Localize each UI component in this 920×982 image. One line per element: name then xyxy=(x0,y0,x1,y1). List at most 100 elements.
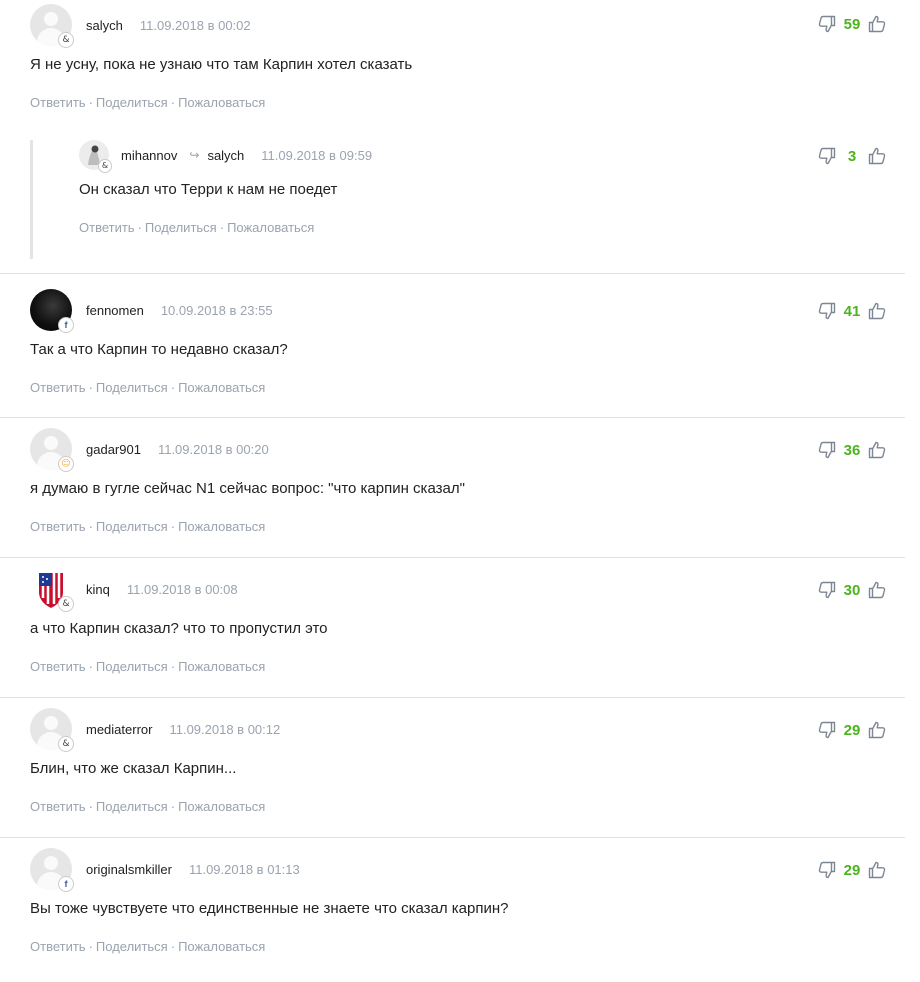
report-link[interactable]: Пожаловаться xyxy=(178,799,265,814)
account-badge-icon: & xyxy=(58,736,74,752)
comment-item: f originalsmkiller 11.09.2018 в 01:13 Вы… xyxy=(0,838,905,962)
report-link[interactable]: Пожаловаться xyxy=(178,659,265,674)
comment-item: f fennomen 10.09.2018 в 23:55 Так а что … xyxy=(0,279,905,418)
reply-link[interactable]: Ответить xyxy=(30,799,86,814)
comment-header: & kinq 11.09.2018 в 00:08 xyxy=(30,568,905,612)
comment-text: я думаю в гугле сейчас N1 сейчас вопрос:… xyxy=(30,480,465,497)
separator-dot: · xyxy=(219,220,225,235)
comment-item: ☺ gadar901 11.09.2018 в 00:20 я думаю в … xyxy=(0,418,905,558)
thumb-down-icon[interactable] xyxy=(817,720,837,740)
reply-link[interactable]: Ответить xyxy=(30,939,86,954)
thumb-down-icon[interactable] xyxy=(817,14,837,34)
thumb-up-icon[interactable] xyxy=(867,580,887,600)
comment-actions: Ответить · Поделиться · Пожаловаться xyxy=(79,220,905,235)
comment-actions: Ответить · Поделиться · Пожаловаться xyxy=(30,95,905,110)
vote-controls: 30 xyxy=(817,580,887,600)
avatar[interactable]: ☺ xyxy=(30,428,74,472)
reply-link[interactable]: Ответить xyxy=(30,380,86,395)
separator-dot: · xyxy=(170,519,176,534)
comment-text: Так а что Карпин то недавно сказал? xyxy=(30,341,288,358)
vote-controls: 59 xyxy=(817,14,887,34)
reply-item: & mihannov ↪ salych 11.09.2018 в 09:59 О… xyxy=(79,140,905,235)
share-link[interactable]: Поделиться xyxy=(96,95,168,110)
account-badge-icon: & xyxy=(98,159,112,173)
comment-header: ☺ gadar901 11.09.2018 в 00:20 xyxy=(30,428,905,472)
thumb-down-icon[interactable] xyxy=(817,860,837,880)
avatar[interactable]: & xyxy=(79,140,112,173)
comment-date[interactable]: 11.09.2018 в 00:08 xyxy=(127,582,238,597)
thumb-up-icon[interactable] xyxy=(867,301,887,321)
account-badge-icon: & xyxy=(58,596,74,612)
report-link[interactable]: Пожаловаться xyxy=(178,519,265,534)
avatar[interactable]: f xyxy=(30,289,74,333)
comment-date[interactable]: 11.09.2018 в 00:02 xyxy=(140,18,251,33)
share-link[interactable]: Поделиться xyxy=(145,220,217,235)
thumb-up-icon[interactable] xyxy=(867,860,887,880)
vote-controls: 36 xyxy=(817,440,887,460)
separator-dot: · xyxy=(88,939,93,954)
comment-date[interactable]: 10.09.2018 в 23:55 xyxy=(161,303,273,318)
thumb-up-icon[interactable] xyxy=(867,440,887,460)
thumb-down-icon[interactable] xyxy=(817,146,837,166)
reply-arrow-icon: ↪ xyxy=(189,148,200,162)
reply-to-username[interactable]: salych xyxy=(207,148,244,163)
separator-dot: · xyxy=(88,95,93,110)
account-badge-icon: & xyxy=(58,32,74,48)
comment-item: & salych 11.09.2018 в 00:02 Я не усну, п… xyxy=(0,0,905,132)
comment-actions: Ответить · Поделиться · Пожаловаться xyxy=(30,939,905,954)
facebook-icon: f xyxy=(58,876,74,892)
thumb-up-icon[interactable] xyxy=(867,720,887,740)
username[interactable]: salych xyxy=(86,18,123,33)
vote-count: 3 xyxy=(847,147,857,165)
comment-date[interactable]: 11.09.2018 в 00:12 xyxy=(169,722,280,737)
avatar[interactable]: f xyxy=(30,848,74,892)
username[interactable]: originalsmkiller xyxy=(86,862,172,877)
comment-date[interactable]: 11.09.2018 в 09:59 xyxy=(261,148,372,163)
separator-dot: · xyxy=(137,220,142,235)
username[interactable]: mediaterror xyxy=(86,722,152,737)
separator-dot: · xyxy=(88,659,93,674)
separator-dot: · xyxy=(88,519,93,534)
thumb-down-icon[interactable] xyxy=(817,580,837,600)
username[interactable]: gadar901 xyxy=(86,442,141,457)
vote-count: 29 xyxy=(843,861,861,879)
emoji-badge-icon: ☺ xyxy=(58,456,74,472)
comment-date[interactable]: 11.09.2018 в 00:20 xyxy=(158,442,269,457)
share-link[interactable]: Поделиться xyxy=(96,659,168,674)
avatar[interactable]: & xyxy=(30,4,74,48)
comment-text: Вы тоже чувствуете что единственные не з… xyxy=(30,900,509,917)
username[interactable]: fennomen xyxy=(86,303,144,318)
thumb-down-icon[interactable] xyxy=(817,440,837,460)
report-link[interactable]: Пожаловаться xyxy=(227,220,314,235)
share-link[interactable]: Поделиться xyxy=(96,799,168,814)
comment-header: & salych 11.09.2018 в 00:02 xyxy=(30,4,905,48)
share-link[interactable]: Поделиться xyxy=(96,939,168,954)
thumb-down-icon[interactable] xyxy=(817,301,837,321)
comment-item: & kinq 11.09.2018 в 00:08 а что Карпин с… xyxy=(0,558,905,698)
comment-actions: Ответить · Поделиться · Пожаловаться xyxy=(30,799,905,814)
username[interactable]: mihannov xyxy=(121,148,177,163)
reply-link[interactable]: Ответить xyxy=(30,659,86,674)
thumb-up-icon[interactable] xyxy=(867,14,887,34)
thumb-up-icon[interactable] xyxy=(867,146,887,166)
reply-link[interactable]: Ответить xyxy=(79,220,135,235)
report-link[interactable]: Пожаловаться xyxy=(178,380,265,395)
username[interactable]: kinq xyxy=(86,582,110,597)
avatar[interactable]: & xyxy=(30,568,74,612)
comment-date[interactable]: 11.09.2018 в 01:13 xyxy=(189,862,300,877)
vote-count: 29 xyxy=(843,721,861,739)
reply-link[interactable]: Ответить xyxy=(30,519,86,534)
vote-count: 36 xyxy=(843,441,861,459)
vote-controls: 3 xyxy=(817,146,887,166)
share-link[interactable]: Поделиться xyxy=(96,380,168,395)
avatar[interactable]: & xyxy=(30,708,74,752)
reply-thread: & mihannov ↪ salych 11.09.2018 в 09:59 О… xyxy=(0,132,905,279)
reply-link[interactable]: Ответить xyxy=(30,95,86,110)
report-link[interactable]: Пожаловаться xyxy=(178,95,265,110)
comment-actions: Ответить · Поделиться · Пожаловаться xyxy=(30,659,905,674)
report-link[interactable]: Пожаловаться xyxy=(178,939,265,954)
comment-item: & mediaterror 11.09.2018 в 00:12 Блин, ч… xyxy=(0,698,905,838)
comment-text: Блин, что же сказал Карпин... xyxy=(30,760,237,777)
share-link[interactable]: Поделиться xyxy=(96,519,168,534)
comment-actions: Ответить · Поделиться · Пожаловаться xyxy=(30,380,905,395)
